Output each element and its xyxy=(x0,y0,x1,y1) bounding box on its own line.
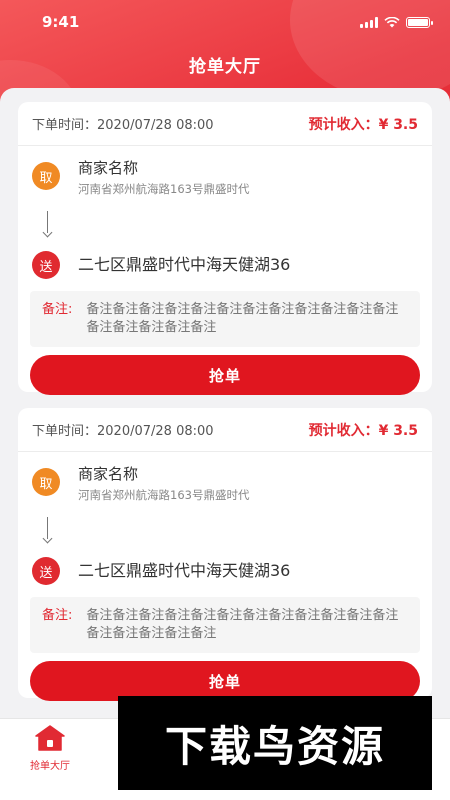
order-card: 下单时间：2020/07/28 08:00 预计收入：¥ 3.5 取 商家名称 … xyxy=(18,102,432,395)
merchant-address: 河南省郑州航海路163号鼎盛时代 xyxy=(78,182,250,196)
delivery-address: 二七区鼎盛时代中海天健湖36 xyxy=(78,561,291,580)
status-icons xyxy=(360,16,433,28)
income-value: ¥ 3.5 xyxy=(378,116,418,133)
merchant-address: 河南省郑州航海路163号鼎盛时代 xyxy=(78,488,250,502)
delivery-badge: 送 xyxy=(32,557,60,585)
delivery-address: 二七区鼎盛时代中海天健湖36 xyxy=(78,255,291,274)
merchant-name: 商家名称 xyxy=(78,159,139,177)
order-time: 下单时间：2020/07/28 08:00 xyxy=(32,114,214,133)
estimated-income: 预计收入：¥ 3.5 xyxy=(309,420,418,440)
delivery-row: 送 二七区鼎盛时代中海天健湖36 xyxy=(18,557,432,585)
arrow-down-icon xyxy=(42,517,53,544)
order-list[interactable]: 下单时间：2020/07/28 08:00 预计收入：¥ 3.5 取 商家名称 … xyxy=(0,88,450,728)
merchant-name: 商家名称 xyxy=(78,465,139,483)
pickup-row: 取 商家名称 河南省郑州航海路163号鼎盛时代 xyxy=(18,464,432,503)
pickup-badge: 取 xyxy=(32,468,60,496)
status-time: 9:41 xyxy=(42,13,80,31)
status-bar: 9:41 xyxy=(0,0,450,44)
signal-icon xyxy=(360,16,378,28)
note-label: 备注: xyxy=(42,608,73,623)
wifi-icon xyxy=(384,16,400,27)
pickup-info: 商家名称 河南省郑州航海路163号鼎盛时代 xyxy=(78,464,249,503)
watermark: 下载鸟资源 xyxy=(118,696,432,790)
home-icon xyxy=(35,725,65,751)
arrow-down-icon xyxy=(42,211,53,238)
note-text: 备注备注备注备注备注备注备注备注备注备注备注备注备注备注备注备注备注 xyxy=(86,608,399,641)
income-value: ¥ 3.5 xyxy=(378,422,418,439)
order-time-label: 下单时间： xyxy=(32,118,98,133)
order-time: 下单时间：2020/07/28 08:00 xyxy=(32,420,214,439)
income-label: 预计收入： xyxy=(308,116,379,133)
order-card-header: 下单时间：2020/07/28 08:00 预计收入：¥ 3.5 xyxy=(18,102,432,146)
battery-icon xyxy=(406,16,433,28)
grab-order-button[interactable]: 抢单 xyxy=(30,661,420,701)
page-title: 抢单大厅 xyxy=(189,57,261,77)
estimated-income: 预计收入：¥ 3.5 xyxy=(309,114,418,134)
order-time-value: 2020/07/28 08:00 xyxy=(97,424,214,439)
income-label: 预计收入： xyxy=(308,422,379,439)
grab-order-button[interactable]: 抢单 xyxy=(30,355,420,395)
delivery-info: 二七区鼎盛时代中海天健湖36 xyxy=(78,251,290,279)
note-box: 备注: 备注备注备注备注备注备注备注备注备注备注备注备注备注备注备注备注备注 xyxy=(30,291,420,347)
note-text: 备注备注备注备注备注备注备注备注备注备注备注备注备注备注备注备注备注 xyxy=(86,302,399,335)
tab-label: 抢单大厅 xyxy=(30,761,70,772)
note-box: 备注: 备注备注备注备注备注备注备注备注备注备注备注备注备注备注备注备注备注 xyxy=(30,597,420,653)
order-card: 下单时间：2020/07/28 08:00 预计收入：¥ 3.5 取 商家名称 … xyxy=(18,408,432,701)
tab-grab-hall[interactable]: 抢单大厅 xyxy=(20,725,80,772)
order-time-value: 2020/07/28 08:00 xyxy=(97,118,214,133)
note-label: 备注: xyxy=(42,302,73,317)
pickup-row: 取 商家名称 河南省郑州航海路163号鼎盛时代 xyxy=(18,158,432,197)
delivery-badge: 送 xyxy=(32,251,60,279)
order-card-header: 下单时间：2020/07/28 08:00 预计收入：¥ 3.5 xyxy=(18,408,432,452)
pickup-info: 商家名称 河南省郑州航海路163号鼎盛时代 xyxy=(78,158,249,197)
pickup-badge: 取 xyxy=(32,162,60,190)
delivery-info: 二七区鼎盛时代中海天健湖36 xyxy=(78,557,290,585)
delivery-row: 送 二七区鼎盛时代中海天健湖36 xyxy=(18,251,432,279)
order-time-label: 下单时间： xyxy=(32,424,98,439)
